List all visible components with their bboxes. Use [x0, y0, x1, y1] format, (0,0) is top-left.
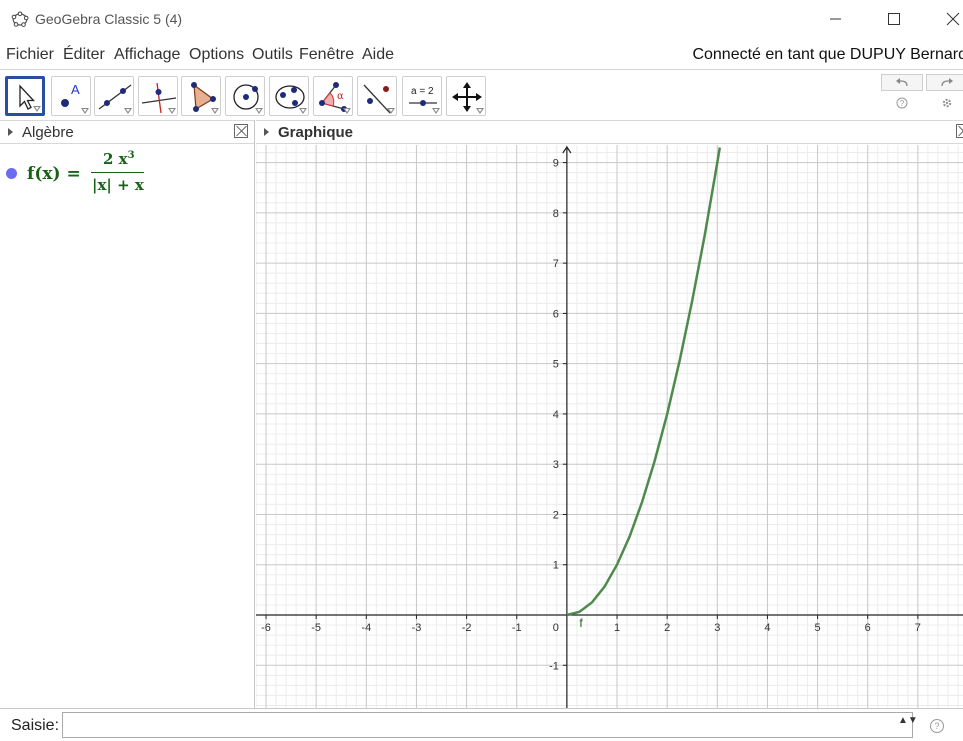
- origin-label: 0: [553, 622, 559, 634]
- tool-menu-arrow-icon: [476, 108, 484, 114]
- y-tick-label: 4: [553, 409, 559, 421]
- tool-menu-arrow-icon: [211, 108, 219, 114]
- input-bar: Saisie: ▲▼ ?: [0, 708, 963, 741]
- tool-menu-arrow-icon: [124, 108, 132, 114]
- menu-editer[interactable]: Éditer: [63, 46, 105, 64]
- formula-numerator: 2 x3: [103, 150, 135, 168]
- function-label: f: [579, 616, 583, 630]
- algebra-title: Algèbre: [22, 124, 74, 141]
- tool-menu-arrow-icon: [168, 108, 176, 114]
- tool-move[interactable]: [5, 76, 45, 116]
- geogebra-window: GeoGebra Classic 5 (4) Fichier Éditer Af…: [0, 0, 963, 741]
- input-history-spinner-icon[interactable]: ▲▼: [898, 716, 918, 726]
- algebra-entry-f[interactable]: f(x) = 2 x3 |x| + x: [0, 146, 254, 198]
- menu-affichage[interactable]: Affichage: [114, 46, 180, 64]
- panel-collapse-arrow-icon[interactable]: [264, 128, 269, 136]
- gear-icon[interactable]: [940, 96, 954, 110]
- x-tick-label: 2: [664, 622, 670, 634]
- close-icon: [946, 12, 960, 26]
- graphics-header: Graphique: [256, 120, 963, 144]
- menu-options[interactable]: Options: [189, 46, 244, 64]
- minimize-icon: [830, 18, 841, 20]
- tool-polygon[interactable]: [181, 76, 221, 116]
- y-tick-label: 1: [553, 560, 559, 572]
- y-tick-label: 3: [553, 459, 559, 471]
- x-tick-label: 5: [815, 622, 821, 634]
- minimize-button[interactable]: [821, 6, 851, 32]
- y-tick-label: 5: [553, 359, 559, 371]
- menu-fenetre[interactable]: Fenêtre: [299, 46, 354, 64]
- svg-text:α: α: [337, 91, 344, 102]
- y-tick-label: 7: [553, 258, 559, 270]
- x-tick-label: 1: [614, 622, 620, 634]
- maximize-icon: [888, 13, 900, 25]
- tool-circle[interactable]: [225, 76, 265, 116]
- geogebra-logo-icon: [11, 11, 29, 27]
- tool-slider[interactable]: a = 2: [402, 76, 442, 116]
- close-window-button[interactable]: [938, 6, 963, 32]
- algebra-panel: Algèbre f(x) = 2 x3 |x| + x: [0, 120, 255, 708]
- input-field[interactable]: [62, 712, 913, 738]
- tool-menu-arrow-icon: [299, 108, 307, 114]
- redo-button[interactable]: [926, 74, 963, 91]
- close-algebra-icon[interactable]: [234, 124, 248, 138]
- input-help-icon[interactable]: ?: [930, 719, 944, 733]
- tool-menu-arrow-icon: [33, 106, 41, 112]
- svg-text:a = 2: a = 2: [411, 86, 434, 97]
- x-tick-label: 3: [714, 622, 720, 634]
- help-icon[interactable]: ?: [895, 96, 909, 110]
- fraction-bar: [91, 172, 144, 173]
- x-tick-label: -2: [462, 622, 472, 634]
- tool-menu-arrow-icon: [81, 108, 89, 114]
- y-tick-label: 8: [553, 208, 559, 220]
- menu-fichier[interactable]: Fichier: [6, 46, 54, 64]
- formula-lhs: f(x) =: [27, 164, 81, 184]
- graphics-canvas[interactable]: -6 -5 -4 -3 -2 -1 1 2 3 4 5 6 7 -1 1 2 3 4 5 6 7 8 9 0 f: [256, 145, 963, 708]
- menu-outils[interactable]: Outils: [252, 46, 293, 64]
- tool-menu-arrow-icon: [432, 108, 440, 114]
- svg-text:A: A: [71, 82, 80, 97]
- algebra-header: Algèbre: [0, 120, 254, 144]
- x-tick-label: -4: [361, 622, 371, 634]
- redo-icon: [941, 77, 953, 86]
- visibility-toggle-dot[interactable]: [6, 168, 17, 179]
- graphics-panel: Graphique -6 -5 -4 -3 -2 -1 1 2 3 4 5 6 7 -1 1 2 3 4 5 6 7 8 9…: [256, 120, 963, 708]
- maximize-button[interactable]: [879, 6, 909, 32]
- undo-icon: [896, 77, 908, 86]
- svg-text:?: ?: [900, 99, 905, 108]
- x-tick-label: 7: [915, 622, 921, 634]
- x-tick-label: -5: [311, 622, 321, 634]
- formula-denominator: |x| + x: [92, 176, 144, 194]
- menu-bar: Fichier Éditer Affichage Options Outils …: [0, 40, 963, 68]
- tool-point[interactable]: A: [51, 76, 91, 116]
- tool-move-graphics[interactable]: [446, 76, 486, 116]
- tool-menu-arrow-icon: [255, 108, 263, 114]
- y-tick-label: 2: [553, 509, 559, 521]
- x-tick-label: -6: [261, 622, 271, 634]
- y-tick-label: 6: [553, 308, 559, 320]
- tool-conic[interactable]: [269, 76, 309, 116]
- x-tick-label: 6: [865, 622, 871, 634]
- graphics-title: Graphique: [278, 124, 354, 141]
- x-tick-label: -1: [512, 622, 522, 634]
- input-label: Saisie:: [11, 717, 60, 734]
- tool-angle[interactable]: α: [313, 76, 353, 116]
- x-tick-label: 4: [764, 622, 770, 634]
- y-tick-label: -1: [549, 660, 559, 672]
- tool-line[interactable]: [94, 76, 134, 116]
- user-status: Connecté en tant que DUPUY Bernard: [692, 46, 963, 63]
- panel-collapse-arrow-icon[interactable]: [8, 128, 13, 136]
- close-graphics-icon[interactable]: [956, 124, 963, 138]
- tool-reflect[interactable]: [357, 76, 397, 116]
- y-tick-label: 9: [553, 158, 559, 170]
- tool-menu-arrow-icon: [387, 108, 395, 114]
- undo-button[interactable]: [881, 74, 923, 91]
- menu-aide[interactable]: Aide: [362, 46, 394, 64]
- window-title: GeoGebra Classic 5 (4): [35, 11, 183, 27]
- x-tick-label: -3: [412, 622, 422, 634]
- title-bar: GeoGebra Classic 5 (4): [0, 0, 963, 38]
- toolbar: A α a = 2: [0, 69, 963, 120]
- tool-perpendicular[interactable]: [138, 76, 178, 116]
- tool-menu-arrow-icon: [343, 108, 351, 114]
